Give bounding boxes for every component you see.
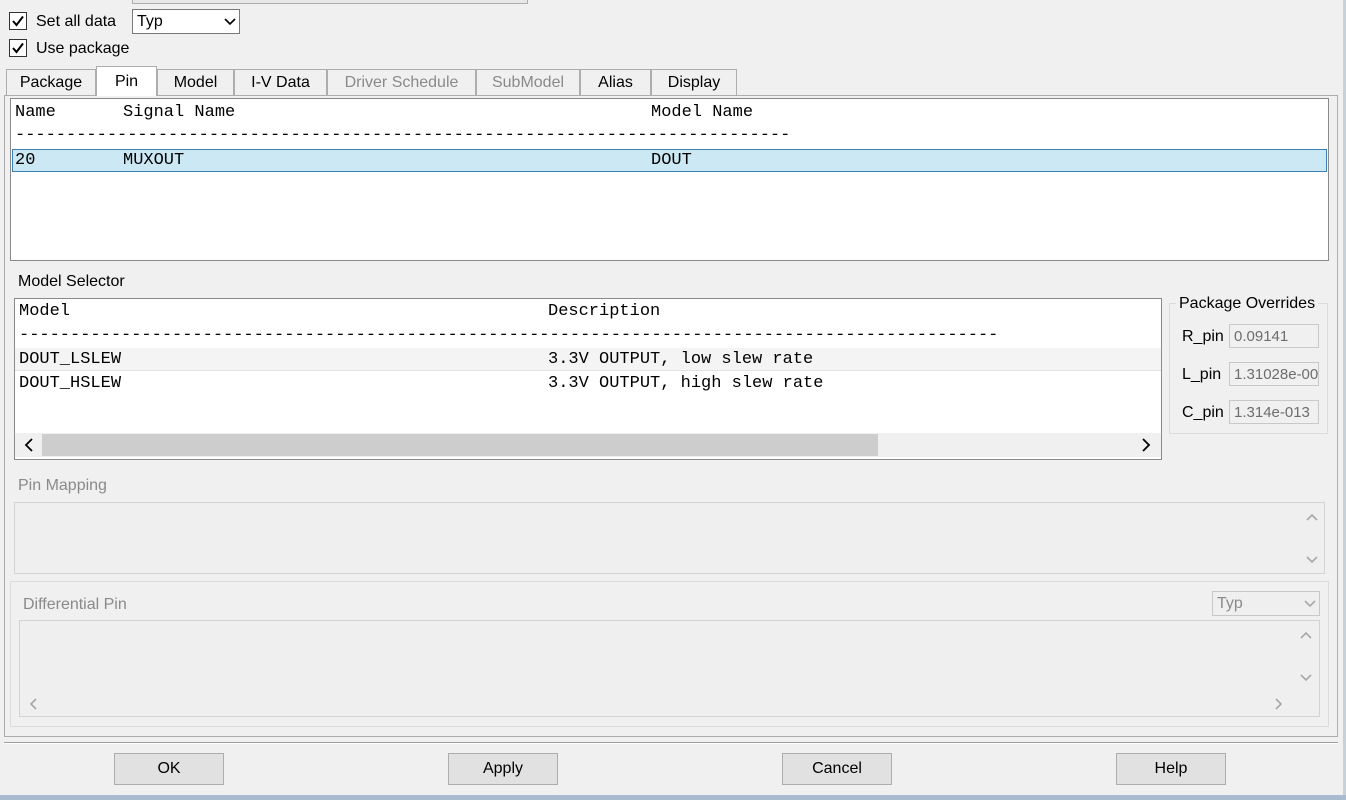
pin-row-name: 20 [15,151,36,170]
diff-scroll-up-icon[interactable] [1297,626,1315,644]
tab-iv-data[interactable]: I-V Data [234,69,327,95]
scroll-right-icon[interactable] [1134,433,1158,457]
pin-header-name: Name [15,103,56,122]
differential-pin-select[interactable]: Typ [1212,591,1320,616]
diff-scroll-right-icon[interactable] [1271,695,1287,713]
tab-model[interactable]: Model [157,69,234,95]
l-pin-field[interactable]: 1.31028e-00 [1229,362,1319,386]
pin-header-model: Model Name [651,103,754,122]
pin-header-signal: Signal Name [123,103,236,122]
corner-select[interactable]: Typ [132,9,240,34]
model-header-model: Model [19,302,71,321]
pin-mapping-area[interactable] [14,502,1325,574]
c-pin-label: C_pin [1182,404,1224,421]
apply-button[interactable]: Apply [448,753,558,785]
model-row-1-model[interactable]: DOUT_LSLEW [19,350,121,369]
diff-scroll-left-icon[interactable] [25,695,41,713]
scroll-thumb[interactable] [42,434,878,456]
checkmark-icon [12,42,24,54]
differential-pin-area[interactable] [19,620,1320,717]
tab-display[interactable]: Display [651,69,737,95]
pin-mapping-label: Pin Mapping [18,477,107,494]
chevron-down-icon [1301,592,1319,615]
model-header-description: Description [548,302,661,321]
r-pin-field[interactable]: 0.09141 [1229,324,1319,348]
pin-row-model: DOUT [651,151,692,170]
help-button[interactable]: Help [1116,753,1226,785]
tab-driver-schedule[interactable]: Driver Schedule [327,69,476,95]
top-clipped-field [132,0,528,4]
checkmark-icon [12,15,24,27]
corner-select-value: Typ [137,12,163,30]
l-pin-label: L_pin [1182,366,1222,383]
tab-pin[interactable]: Pin [96,66,157,96]
r-pin-label: R_pin [1182,328,1224,345]
pin-mapping-scroll-up-icon[interactable] [1303,508,1321,526]
tab-alias[interactable]: Alias [580,69,651,95]
model-row-2-description[interactable]: 3.3V OUTPUT, high slew rate [548,374,823,393]
model-header-divider: ----------------------------------------… [19,326,999,345]
model-selector-label: Model Selector [18,273,125,290]
package-overrides-title: Package Overrides [1176,295,1319,313]
differential-pin-label: Differential Pin [23,596,127,613]
set-all-data-checkbox[interactable] [9,12,27,30]
window-bottom-edge [0,795,1346,800]
ok-button[interactable]: OK [114,753,224,785]
pin-row-signal: MUXOUT [123,151,185,170]
button-bar-separator [4,742,1338,744]
chevron-down-icon [221,10,239,33]
use-package-checkbox[interactable] [9,39,27,57]
pin-header-divider: ----------------------------------------… [15,126,791,145]
tab-submodel[interactable]: SubModel [476,69,580,95]
differential-pin-select-value: Typ [1217,594,1243,612]
set-all-data-label: Set all data [36,13,117,30]
tab-package[interactable]: Package [6,69,96,95]
c-pin-field[interactable]: 1.314e-013 [1229,400,1319,424]
pin-list[interactable] [10,98,1329,261]
pin-mapping-scroll-down-icon[interactable] [1303,551,1321,569]
use-package-label: Use package [36,40,130,57]
model-row-2-model[interactable]: DOUT_HSLEW [19,374,121,393]
model-row-1-description[interactable]: 3.3V OUTPUT, low slew rate [548,350,813,369]
cancel-button[interactable]: Cancel [782,753,892,785]
scroll-left-icon[interactable] [17,433,41,457]
diff-scroll-down-icon[interactable] [1297,669,1315,687]
